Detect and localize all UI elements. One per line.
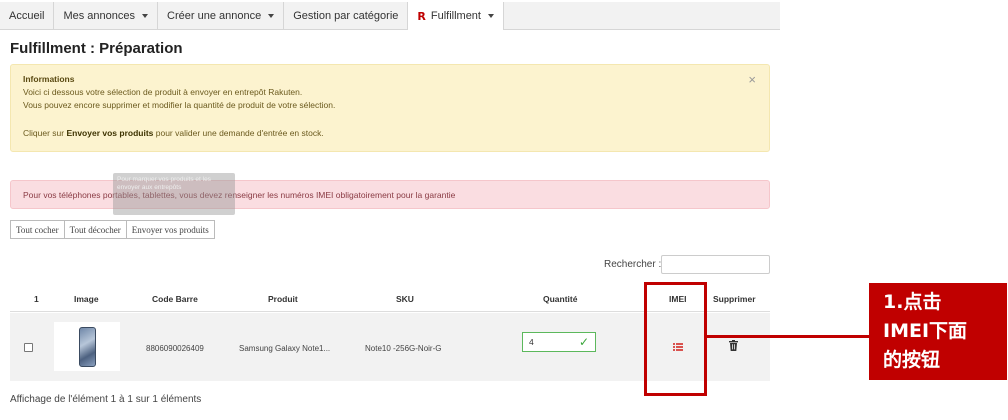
header-barcode[interactable]: Code Barre [152, 294, 198, 304]
top-navigation: Accueil Mes annonces Créer une annonce G… [0, 2, 780, 30]
cta-suffix: pour valider une demande d'entrée en sto… [153, 128, 324, 138]
trash-icon[interactable] [729, 340, 738, 351]
search-label: Rechercher : [604, 259, 662, 270]
info-alert: Informations Voici ci dessous votre séle… [10, 64, 770, 152]
row-barcode: 8806090026409 [146, 344, 204, 353]
nav-label: Mes annonces [63, 10, 136, 22]
info-alert-line: Voici ci dessous votre sélection de prod… [23, 87, 303, 97]
action-buttons: Tout cocher Tout décocher Envoyer vos pr… [10, 220, 215, 239]
callout-line: IMEI下面 [883, 320, 968, 342]
row-checkbox[interactable] [24, 343, 33, 352]
info-alert-line: Vous pouvez encore supprimer et modifier… [23, 100, 336, 110]
rakuten-r-icon: R [417, 9, 426, 23]
quantity-input[interactable]: 4 ✓ [522, 332, 596, 352]
header-quantity[interactable]: Quantité [543, 294, 577, 304]
caret-down-icon [487, 14, 494, 18]
header-delete[interactable]: Supprimer [713, 294, 756, 304]
nav-item-gestion-categorie[interactable]: Gestion par catégorie [284, 2, 409, 30]
check-all-button[interactable]: Tout cocher [10, 220, 65, 239]
table-footer-info: Affichage de l'élément 1 à 1 sur 1 éléme… [10, 394, 202, 405]
search-input[interactable] [661, 255, 770, 274]
check-icon: ✓ [578, 335, 589, 349]
annotation-callout: 1.点击 IMEI下面 的按钮 [869, 283, 1007, 380]
nav-label: Créer une annonce [167, 10, 262, 22]
annotation-connector [707, 335, 869, 338]
callout-line: 1.点击 [883, 291, 942, 313]
info-alert-cta: Cliquer sur Envoyer vos produits pour va… [23, 127, 757, 140]
nav-item-fulfillment[interactable]: R Fulfillment [408, 2, 504, 30]
info-alert-title: Informations [23, 74, 75, 84]
callout-line: 的按钮 [883, 349, 941, 371]
row-sku: Note10 -256G-Noir-G [365, 344, 442, 353]
imei-warning-text: Pour vos téléphones portables, tablettes… [23, 189, 456, 200]
caret-down-icon [142, 14, 149, 18]
imei-highlight-box [644, 282, 707, 396]
product-image [54, 322, 120, 371]
tooltip: Pour marquer vos produits et les envoyer… [113, 173, 235, 215]
header-index[interactable]: 1 [34, 294, 39, 304]
nav-label: Fulfillment [430, 10, 481, 22]
nav-item-creer-annonce[interactable]: Créer une annonce [158, 2, 285, 30]
nav-label: Accueil [9, 10, 45, 22]
quantity-value: 4 [529, 337, 534, 347]
nav-item-mes-annonces[interactable]: Mes annonces [54, 2, 159, 30]
send-products-button[interactable]: Envoyer vos produits [125, 220, 215, 239]
cta-bold: Envoyer vos produits [66, 128, 154, 138]
close-icon[interactable]: × [748, 73, 756, 86]
header-image[interactable]: Image [74, 294, 99, 304]
nav-label: Gestion par catégorie [293, 10, 399, 22]
caret-down-icon [268, 14, 275, 18]
nav-item-accueil[interactable]: Accueil [0, 2, 55, 30]
header-product[interactable]: Produit [268, 294, 298, 304]
row-product: Samsung Galaxy Note1... [239, 344, 331, 353]
phone-image [78, 326, 96, 367]
uncheck-all-button[interactable]: Tout décocher [63, 220, 127, 239]
cta-prefix: Cliquer sur [23, 128, 67, 138]
page-title: Fulfillment : Préparation [10, 40, 183, 57]
header-sku[interactable]: SKU [396, 294, 414, 304]
